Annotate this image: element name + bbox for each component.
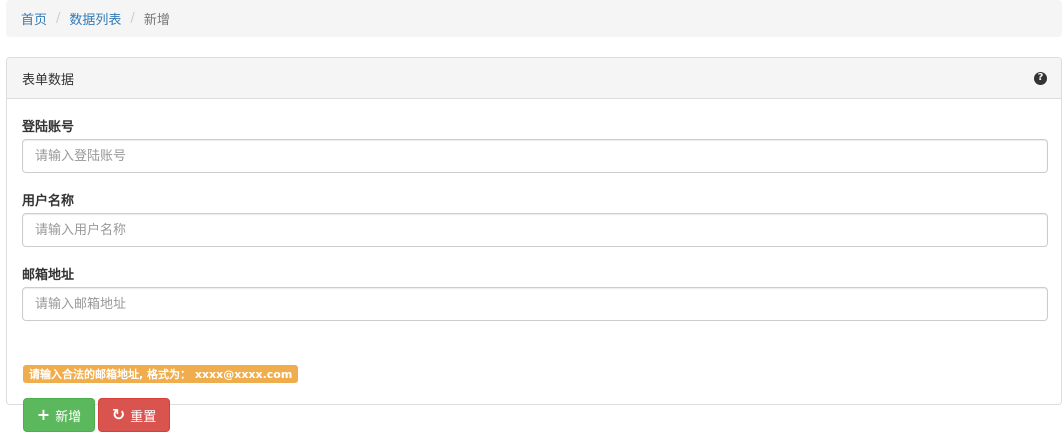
email-hint-badge: 请输入合法的邮箱地址, 格式为： xxxx@xxxx.com bbox=[23, 365, 299, 383]
breadcrumb-home-link[interactable]: 首页 bbox=[21, 9, 47, 28]
add-button[interactable]: + 新增 bbox=[23, 398, 95, 432]
reset-button[interactable]: ↻ 重置 bbox=[98, 398, 170, 432]
panel-title: 表单数据 bbox=[22, 72, 75, 88]
add-button-label: 新增 bbox=[55, 409, 82, 425]
reset-button-label: 重置 bbox=[130, 409, 157, 425]
breadcrumb: 首页 / 数据列表 / 新增 bbox=[6, 0, 1062, 37]
panel-heading: 表单数据 ? bbox=[7, 58, 1061, 99]
breadcrumb-separator: / bbox=[130, 11, 135, 26]
login-account-label: 登陆账号 bbox=[22, 120, 75, 135]
question-circle-icon[interactable]: ? bbox=[1034, 71, 1047, 85]
user-name-input[interactable] bbox=[22, 213, 1048, 247]
plus-icon: + bbox=[36, 405, 51, 424]
form-panel: 表单数据 ? 登陆账号 用户名称 邮箱地址 请输入合法的邮箱地址, 格式为： x… bbox=[6, 57, 1062, 432]
email-label: 邮箱地址 bbox=[22, 268, 75, 283]
breadcrumb-data-list-link[interactable]: 数据列表 bbox=[69, 9, 121, 28]
breadcrumb-current: 新增 bbox=[143, 13, 170, 28]
user-name-label: 用户名称 bbox=[22, 194, 75, 209]
login-account-input[interactable] bbox=[22, 139, 1048, 173]
email-input[interactable] bbox=[22, 287, 1048, 321]
refresh-icon: ↻ bbox=[111, 405, 126, 424]
breadcrumb-separator: / bbox=[56, 11, 61, 26]
